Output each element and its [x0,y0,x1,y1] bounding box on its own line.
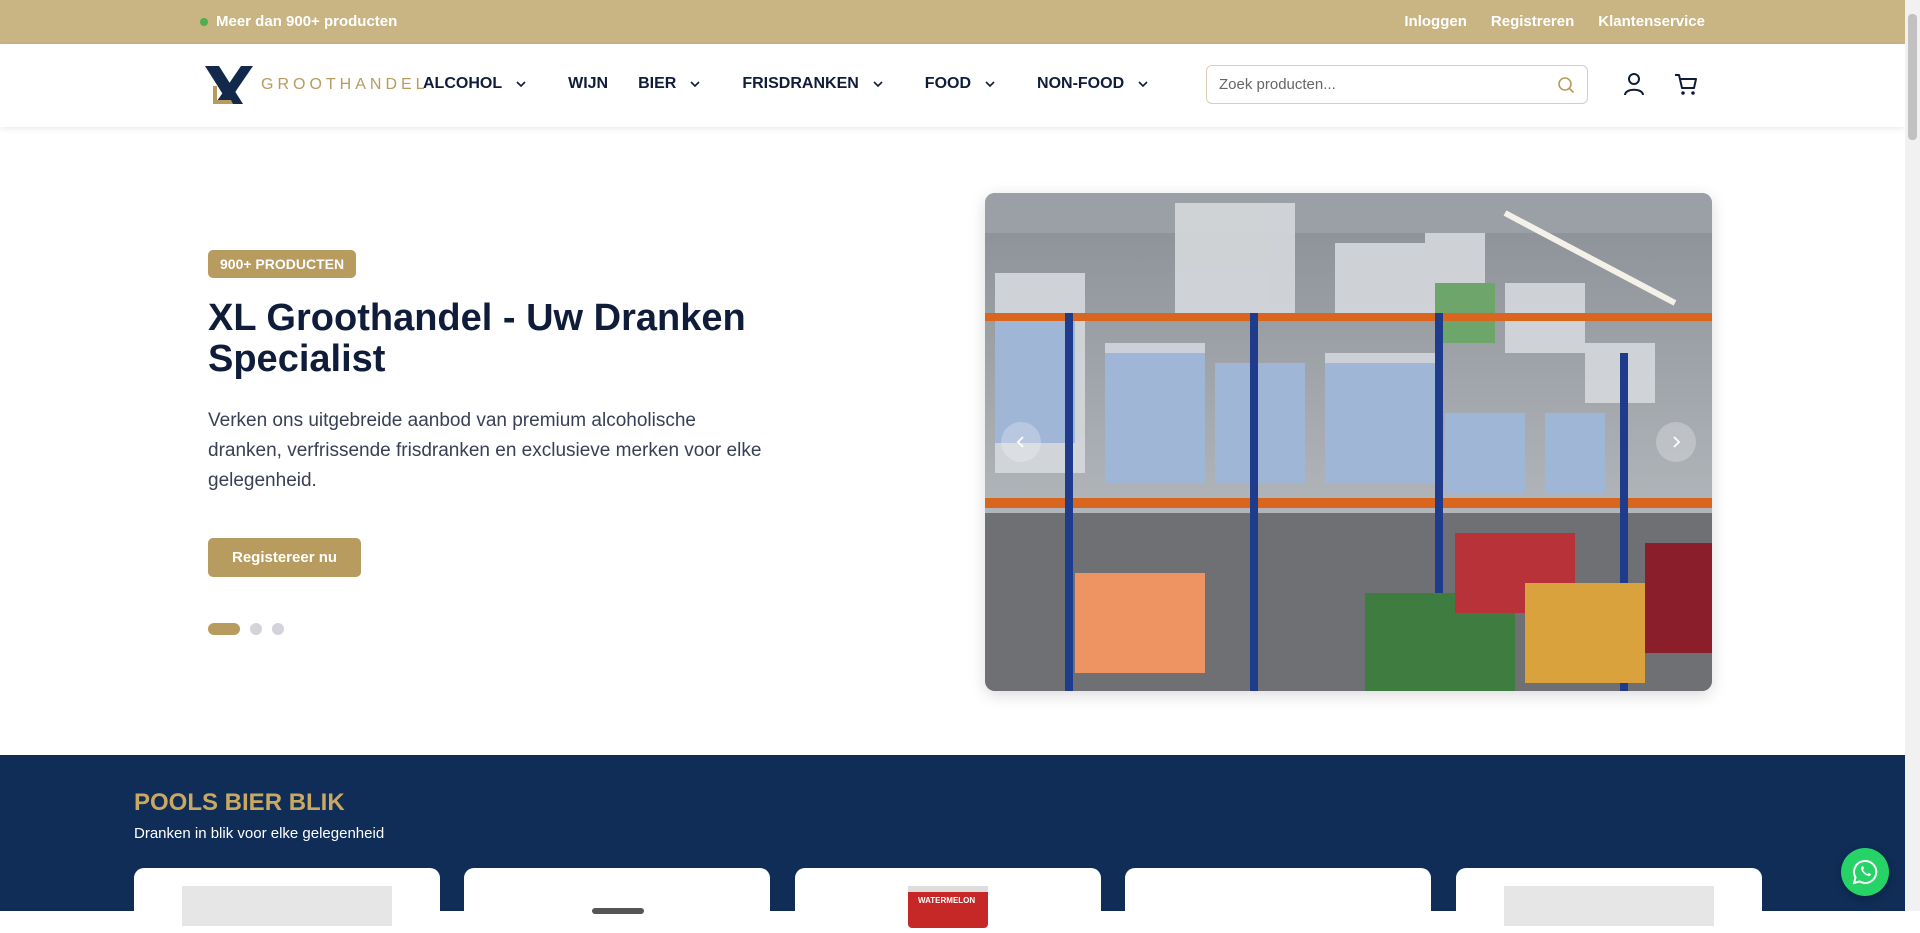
product-image-placeholder [1504,886,1714,926]
search-input[interactable] [1219,76,1557,93]
logo-text: GROOTHANDEL [261,76,429,93]
slider-dot[interactable] [250,623,262,635]
nav-label: FOOD [924,75,972,92]
nav-item-non-food[interactable]: NON-FOOD [1037,75,1148,93]
slider-prev-button[interactable] [1001,422,1041,462]
nav-label: BIER [638,75,677,92]
top-links: Inloggen Registreren Klantenservice [1404,13,1705,30]
chevron-down-icon [873,81,883,88]
promo-text: Meer dan 900+ producten [200,13,397,30]
whatsapp-icon [1852,859,1878,885]
user-icon[interactable] [1621,71,1647,97]
section-title: POOLS BIER BLIK [134,789,345,816]
hero-content: 900+ PRODUCTEN XL Groothandel - Uw Drank… [208,250,808,577]
nav-label: NON-FOOD [1037,75,1125,92]
status-dot-icon [200,17,208,26]
nav-label: FRISDRANKEN [742,75,859,92]
nav-label: ALCOHOL [423,75,503,92]
hero-badge: 900+ PRODUCTEN [208,250,357,278]
chevron-left-icon [1016,436,1024,448]
chevron-down-icon [516,81,526,88]
cart-icon[interactable] [1673,71,1699,97]
warehouse-image [985,193,1712,691]
product-card[interactable] [1125,868,1431,928]
register-link[interactable]: Registreren [1491,13,1574,30]
logo-mark-icon [205,66,253,104]
product-card[interactable] [1456,868,1762,928]
customer-service-link[interactable]: Klantenservice [1598,13,1705,30]
register-button[interactable]: Registereer nu [208,538,362,577]
nav-item-wijn[interactable]: WIJN [568,75,608,93]
nav-item-food[interactable]: FOOD [925,75,995,93]
whatsapp-button[interactable] [1841,848,1889,896]
search-box [1206,65,1588,104]
product-card[interactable] [464,868,770,928]
slider-dot-active[interactable] [208,623,240,635]
hero-title: XL Groothandel - Uw Dranken Specialist [208,297,746,380]
product-image-placeholder [182,886,392,926]
product-card[interactable]: WATERMELON [795,868,1101,928]
nav-item-alcohol[interactable]: ALCOHOL [423,75,526,93]
slider-dot[interactable] [272,623,284,635]
promo-label: Meer dan 900+ producten [216,13,398,30]
login-link[interactable]: Inloggen [1404,13,1467,30]
chevron-right-icon [1673,436,1681,448]
chevron-down-icon [1138,81,1148,88]
nav-label: WIJN [568,75,609,92]
main-nav: ALCOHOL WIJN BIER FRISDRANKEN FOOD NON-F… [423,75,1190,93]
product-can-label: WATERMELON [918,896,976,905]
section-subtitle: Dranken in blik voor elke gelegenheid [134,825,385,842]
chevron-down-icon [690,81,700,88]
product-image [592,908,644,914]
top-bar: Meer dan 900+ producten Inloggen Registr… [0,0,1905,44]
slider-dots [208,623,284,635]
product-card[interactable] [134,868,440,928]
page-scrollbar[interactable] [1905,0,1920,911]
hero-description: Verken ons uitgebreide aanbod van premiu… [208,410,762,491]
scrollbar-thumb[interactable] [1908,14,1917,140]
slider-next-button[interactable] [1656,422,1696,462]
logo[interactable]: GROOTHANDEL [203,64,429,106]
product-section: POOLS BIER BLIK Dranken in blik voor elk… [0,755,1905,928]
search-icon[interactable] [1557,76,1575,94]
chevron-down-icon [985,81,995,88]
main-header: GROOTHANDEL ALCOHOL WIJN BIER FRISDRANKE… [0,44,1905,127]
nav-item-frisdranken[interactable]: FRISDRANKEN [742,75,883,93]
nav-item-bier[interactable]: BIER [638,75,700,93]
hero-slider-image [985,193,1712,691]
